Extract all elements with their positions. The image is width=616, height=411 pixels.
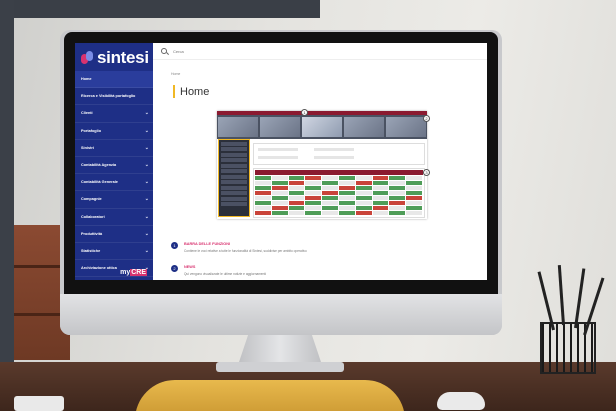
search-input[interactable] bbox=[173, 48, 253, 54]
sidebar-item-label: Archiviazione ottica bbox=[81, 266, 117, 271]
sidebar-item[interactable]: Contabilità Generale ⌄ bbox=[75, 174, 153, 192]
chevron-down-icon: ⌄ bbox=[144, 247, 149, 254]
app-preview-image: 1 2 3 bbox=[217, 109, 430, 219]
preview-badge-2: 2 bbox=[423, 115, 430, 122]
sidebar-item[interactable]: Produttività ⌄ bbox=[75, 226, 153, 243]
feature-item: 1 BARRA DELLE FUNZIONI Contiene le voci … bbox=[171, 242, 307, 253]
chevron-down-icon: ⌄ bbox=[144, 144, 149, 151]
chevron-down-icon: ⌄ bbox=[144, 230, 149, 237]
keyboard bbox=[14, 396, 64, 411]
feature-description: Qui vengono visualizzate le ultime notiz… bbox=[184, 272, 267, 276]
app-logo[interactable]: sintesi bbox=[81, 48, 149, 68]
sidebar-item-label: Home bbox=[81, 77, 92, 82]
sidebar-item-label: Ricerca e Visibilità portafoglio bbox=[81, 94, 136, 99]
sidebar-item-label: Produttività bbox=[81, 231, 103, 236]
sidebar-item-label: Compagnie bbox=[81, 197, 102, 202]
sidebar-item[interactable]: Home bbox=[75, 71, 153, 89]
feature-number: 1 bbox=[171, 242, 178, 249]
sidebar-item[interactable]: Contabilità Agenzia ⌄ bbox=[75, 157, 153, 175]
sidebar-item-label: Clienti bbox=[81, 111, 93, 116]
feature-item: 2 NEWS Qui vengono visualizzate le ultim… bbox=[171, 265, 266, 276]
mycre-brand: myCRE bbox=[120, 269, 147, 276]
chevron-down-icon: ⌄ bbox=[144, 196, 149, 203]
page-title: Home bbox=[180, 85, 210, 98]
sidebar-item[interactable]: Anagrafiche e Tabelle⌄ bbox=[75, 277, 153, 280]
sidebar-item[interactable]: Ricerca e Visibilità portafoglio bbox=[75, 88, 153, 106]
breadcrumb[interactable]: Home bbox=[171, 72, 180, 76]
preview-sidebar bbox=[218, 139, 250, 217]
chevron-down-icon: ⌄ bbox=[144, 213, 149, 220]
chevron-down-icon: ⌄ bbox=[144, 162, 149, 169]
wall-dark-panel bbox=[0, 0, 320, 18]
sidebar-menu: Home Ricerca e Visibilità portafoglio Clie… bbox=[75, 71, 153, 280]
mouse bbox=[437, 392, 485, 410]
sidebar-item-label: Collaboratori bbox=[81, 214, 105, 219]
wall-dark-strip bbox=[0, 0, 14, 411]
preview-badge-3: 3 bbox=[423, 169, 430, 176]
imac-stand-foot bbox=[216, 362, 344, 372]
search-icon[interactable] bbox=[161, 48, 167, 54]
logo-mark-icon bbox=[81, 51, 95, 65]
feature-number: 2 bbox=[171, 265, 178, 272]
sidebar-item[interactable]: Statistiche ⌄ bbox=[75, 243, 153, 261]
sidebar-item-label: Portafoglio bbox=[81, 128, 102, 133]
topbar bbox=[153, 43, 487, 60]
chevron-down-icon: ⌄ bbox=[144, 179, 149, 186]
sidebar: sintesi Home Ricerca e Visibilità portafo… bbox=[75, 43, 153, 280]
preview-badge-1: 1 bbox=[301, 109, 308, 116]
sidebar-item[interactable]: Clienti ⌄ bbox=[75, 105, 153, 123]
sidebar-item[interactable]: Compagnie ⌄ bbox=[75, 191, 153, 209]
imac-chin bbox=[60, 294, 502, 335]
sidebar-item[interactable]: Portafoglio ⌄ bbox=[75, 123, 153, 140]
app-screen: sintesi Home Ricerca e Visibilità portafo… bbox=[75, 43, 487, 280]
preview-table bbox=[253, 168, 425, 218]
preview-form bbox=[253, 143, 425, 165]
sidebar-item-label: Contabilità Agenzia bbox=[81, 163, 117, 168]
feature-title: BARRA DELLE FUNZIONI bbox=[184, 242, 231, 246]
sidebar-item-label: Statistiche bbox=[81, 248, 101, 253]
logo-text: sintesi bbox=[97, 48, 149, 67]
feature-description: Contiene le voci relative a tutte le fun… bbox=[184, 249, 307, 253]
imac-stand bbox=[238, 335, 322, 365]
page-title-wrap: Home bbox=[173, 85, 209, 98]
sidebar-item-label: Contabilità Generale bbox=[81, 180, 118, 185]
feature-title: NEWS bbox=[184, 265, 196, 269]
sidebar-item[interactable]: Sinistri ⌄ bbox=[75, 140, 153, 157]
sidebar-item[interactable]: Collaboratori ⌄ bbox=[75, 209, 153, 226]
yellow-chair bbox=[135, 380, 405, 411]
chevron-down-icon: ⌄ bbox=[144, 110, 149, 117]
sidebar-item-label: Sinistri bbox=[81, 145, 94, 150]
preview-banner bbox=[217, 115, 427, 139]
chevron-down-icon: ⌄ bbox=[144, 127, 149, 134]
